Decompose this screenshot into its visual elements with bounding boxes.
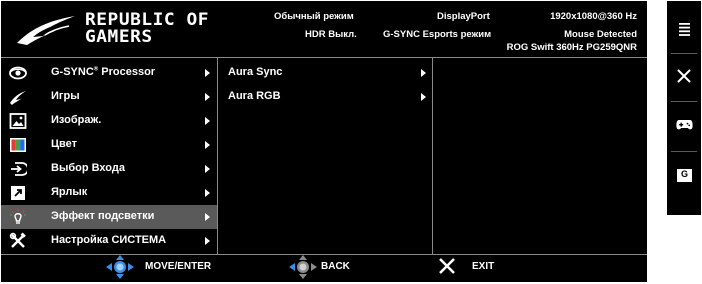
osd-header: REPUBLIC OF GAMERS Обычный режим HDR Вык…	[1, 1, 647, 56]
chevron-right-icon	[205, 117, 210, 125]
gsync-status: G-SYNC Esports режим	[383, 29, 492, 40]
menu-item-gsync-processor[interactable]: G-SYNC® Processor	[1, 61, 217, 85]
footer-move-enter: MOVE/ENTER	[105, 255, 235, 279]
menu-item-label: G-SYNC® Processor	[51, 66, 155, 78]
gamepad-icon	[676, 120, 693, 130]
menu-item-shortcut[interactable]: Ярлык	[1, 181, 217, 205]
mode-status: Обычный режим	[274, 11, 354, 22]
rog-logo: REPUBLIC OF GAMERS	[15, 11, 225, 49]
gamevisual-icon: G	[677, 169, 692, 182]
rog-eye-icon	[10, 91, 26, 105]
image-icon	[9, 113, 27, 129]
menu-item-input-select[interactable]: Выбор Входа	[1, 157, 217, 181]
move-enter-label: MOVE/ENTER	[145, 261, 212, 272]
gsync-label: G-SYNC	[51, 66, 94, 78]
exit-x-icon	[439, 258, 455, 274]
gamevisual-hotkey-button[interactable]: G	[667, 155, 701, 201]
chevron-right-icon	[205, 141, 210, 149]
submenu-item-aura-rgb[interactable]: Aura RGB	[219, 85, 431, 109]
chevron-right-icon	[205, 213, 210, 221]
light-effect-icon	[10, 209, 26, 224]
menu-item-label: Выбор Входа	[51, 162, 125, 174]
menu-item-label: Настройка СИСТЕМА	[51, 234, 167, 246]
osd-menu: REPUBLIC OF GAMERS Обычный режим HDR Вык…	[1, 1, 647, 282]
hdr-status: HDR Выкл.	[305, 29, 357, 40]
header-divider	[1, 57, 647, 58]
joystick-all-directions-icon	[106, 255, 134, 279]
mouse-status: Mouse Detected	[564, 29, 637, 40]
sidebar-divider	[671, 151, 697, 152]
chevron-right-icon	[205, 69, 210, 77]
nvidia-eye-icon	[9, 66, 27, 80]
input-status: DisplayPort	[437, 11, 490, 22]
chevron-right-icon	[421, 69, 426, 77]
chevron-right-icon	[205, 165, 210, 173]
menu-divider-1	[217, 58, 218, 254]
menu-item-label: Игры	[51, 90, 80, 102]
menu-hotkey-button[interactable]	[667, 11, 701, 57]
system-tools-icon	[9, 232, 26, 248]
chevron-right-icon	[205, 237, 210, 245]
model-name: ROG Swift 360Hz PG259QNR	[506, 42, 637, 53]
hotkey-sidebar: G	[667, 1, 701, 215]
exit-label: EXIT	[472, 261, 495, 272]
processor-label: Processor	[98, 66, 156, 78]
menu-item-label: Эффект подсветки	[51, 210, 155, 222]
rog-eye-logo-icon	[17, 16, 75, 45]
close-hotkey-button[interactable]	[667, 57, 701, 103]
gamevisual-glyph: G	[680, 169, 688, 179]
menu-item-label: Ярлык	[51, 186, 88, 198]
menu-item-color[interactable]: Цвет	[1, 133, 217, 157]
shortcut-icon	[11, 186, 25, 200]
footer-exit: EXIT	[438, 256, 518, 278]
chevron-right-icon	[421, 93, 426, 101]
submenu-item-aura-sync[interactable]: Aura Sync	[219, 61, 431, 85]
menu-item-system-setup[interactable]: Настройка СИСТЕМА	[1, 229, 217, 253]
menu-item-label: Изображ.	[51, 114, 102, 126]
menu-lines-icon	[679, 23, 690, 36]
menu-divider-2	[432, 58, 433, 254]
sidebar-divider	[671, 101, 697, 102]
menu-item-label: Цвет	[51, 138, 78, 150]
sidebar-divider	[671, 53, 697, 54]
submenu-item-label: Aura Sync	[228, 66, 283, 78]
menu-item-light-effect[interactable]: Эффект подсветки	[1, 205, 217, 229]
joystick-left-icon	[289, 255, 317, 279]
logo-line-2: GAMERS	[85, 27, 153, 47]
menu-item-games[interactable]: Игры	[1, 85, 217, 109]
close-icon	[677, 69, 691, 83]
footer-divider	[1, 254, 647, 255]
input-select-icon	[11, 162, 27, 176]
color-icon	[10, 138, 26, 152]
gameplus-hotkey-button[interactable]	[667, 105, 701, 151]
submenu-item-label: Aura RGB	[228, 90, 281, 102]
footer-back: BACK	[288, 255, 378, 279]
resolution-status: 1920x1080@360 Hz	[550, 11, 637, 22]
back-label: BACK	[321, 261, 350, 272]
chevron-right-icon	[205, 93, 210, 101]
chevron-right-icon	[205, 189, 210, 197]
menu-item-image[interactable]: Изображ.	[1, 109, 217, 133]
logo-wordmark: REPUBLIC OF GAMERS	[85, 12, 209, 46]
